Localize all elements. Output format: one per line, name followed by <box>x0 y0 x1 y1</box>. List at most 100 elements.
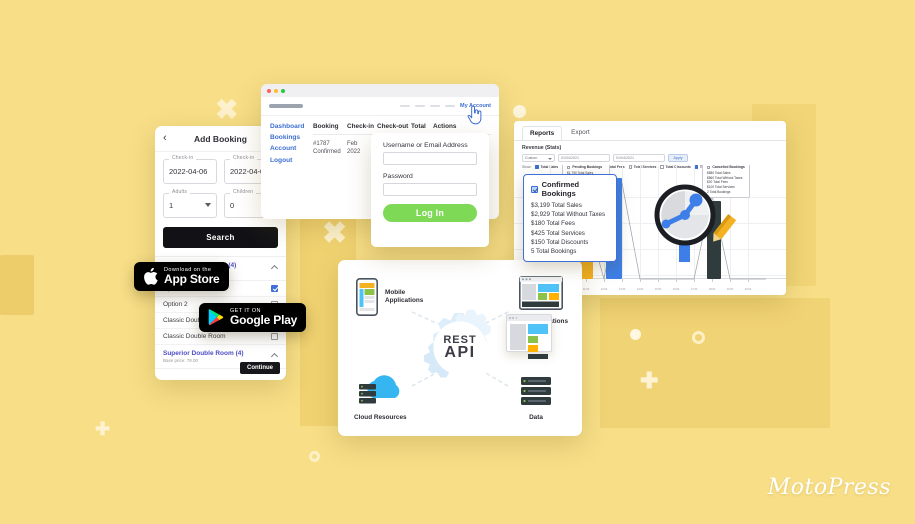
close-traffic-light-icon[interactable] <box>267 88 271 93</box>
nav-placeholder-item[interactable] <box>400 104 411 108</box>
adults-value: 1 <box>169 201 174 210</box>
adults-select[interactable]: Adults 1 <box>163 189 217 218</box>
app-store-title: App Store <box>164 272 220 287</box>
column-header-checkout: Check-out <box>377 123 409 130</box>
mobile-label-line1: Mobile <box>385 288 406 296</box>
checkin-label: Check-in <box>169 155 197 161</box>
mini-block <box>528 345 538 352</box>
deco-ring-1 <box>692 331 705 344</box>
x-tick-label: 15:00 <box>654 288 662 291</box>
deco-dot-2 <box>630 329 641 340</box>
sidebar-item-bookings[interactable]: Bookings <box>270 134 313 141</box>
site-logo <box>269 104 303 108</box>
mini-webapp-thumbnail <box>506 314 552 359</box>
sidebar-item-account[interactable]: Account <box>270 145 313 152</box>
page-title: Add Booking <box>194 133 247 144</box>
checkout-label: Check-in <box>230 155 258 161</box>
back-chevron-icon[interactable]: ‹ <box>163 132 167 144</box>
checkout-value: 2022-04-0 <box>230 167 265 176</box>
account-menu: Dashboard Bookings Account Logout <box>261 123 313 168</box>
tab-reports[interactable]: Reports <box>522 126 563 140</box>
login-button[interactable]: Log In <box>383 204 477 222</box>
date-from-input[interactable]: 01/04/2021 <box>558 154 610 162</box>
nav-placeholder-item[interactable] <box>430 104 441 108</box>
tooltip-checkbox-icon <box>531 185 538 193</box>
column-header-booking: Booking <box>313 123 339 130</box>
minimize-traffic-light-icon[interactable] <box>274 88 278 93</box>
cell-booking: #1787 Confirmed <box>313 140 347 156</box>
mini-sidebar <box>510 324 526 350</box>
mini-grid <box>528 324 548 359</box>
tooltip-title-row: Confirmed Bookings <box>531 180 609 198</box>
node-label-cloud: Cloud Resources <box>354 413 407 421</box>
tooltip-title: Confirmed Bookings <box>541 180 580 198</box>
sidebar-item-logout[interactable]: Logout <box>270 157 313 164</box>
option-checkbox[interactable] <box>271 333 278 340</box>
username-input[interactable] <box>383 152 477 165</box>
dot-icon <box>515 317 518 319</box>
app-store-text: Download on the App Store <box>164 267 220 286</box>
pencil-icon <box>713 214 737 242</box>
tooltip-title: Cancelled Bookings <box>712 165 745 169</box>
tooltip-title-row: Pending Bookings <box>567 165 605 170</box>
apple-icon <box>144 267 158 285</box>
username-label: Username or Email Address <box>383 142 468 149</box>
google-play-icon <box>208 309 224 326</box>
tooltip-line: $2,929 Total Without Taxes <box>531 211 606 219</box>
apply-button[interactable]: Apply <box>668 154 688 162</box>
node-label-mobile: Mobile Applications <box>385 289 423 306</box>
poster-stage: ✖ ✖ ✚ ✚ ‹ Add Booking Check-in 2022-04-0… <box>0 0 915 524</box>
reports-tabs: Reports Export <box>514 121 786 140</box>
browser-titlebar <box>261 84 499 97</box>
x-tick-label: 13:00 <box>618 288 626 291</box>
dot-icon <box>509 317 511 319</box>
axis-tick <box>748 279 749 282</box>
x-tick-label: 11:00 <box>582 288 590 291</box>
cloud-server-icon <box>359 374 400 404</box>
status-badge: Confirmed <box>313 149 341 156</box>
confirmed-bookings-tooltip: Confirmed Bookings $3,199 Total Sales $2… <box>523 174 617 263</box>
x-tick-label: 12:00 <box>600 288 608 291</box>
cursor-hand-icon <box>467 105 482 125</box>
x-tick-label: 20:00 <box>744 288 752 291</box>
mini-content <box>507 321 551 362</box>
dot-icon <box>512 317 515 319</box>
axis-tick <box>658 279 659 282</box>
deco-band-left <box>0 255 34 315</box>
tooltip-line: $150 Total Discounts <box>531 238 589 246</box>
deco-x-1: ✖ <box>215 94 239 125</box>
nav-placeholder-item[interactable] <box>415 104 426 108</box>
period-select[interactable]: Custom <box>522 154 555 162</box>
axis-tick <box>604 279 605 282</box>
login-form-body: Username or Email Address Password Log I… <box>371 133 489 231</box>
deco-ring-2 <box>309 451 320 462</box>
maximize-traffic-light-icon[interactable] <box>281 88 285 93</box>
nav-placeholder-item[interactable] <box>445 104 456 108</box>
x-tick-label: 16:00 <box>672 288 680 291</box>
tooltip-title: Pending Bookings <box>572 165 603 169</box>
tooltip-checkbox <box>567 165 571 170</box>
date-to-input[interactable]: 01/04/2021 <box>613 154 665 162</box>
continue-button[interactable]: Continue <box>240 362 280 374</box>
search-button[interactable]: Search <box>163 227 278 248</box>
checkin-month: Feb <box>347 141 358 147</box>
password-input[interactable] <box>383 183 477 196</box>
axis-tick <box>622 279 623 282</box>
sidebar-item-dashboard[interactable]: Dashboard <box>270 123 313 130</box>
tooltip-checkbox <box>707 165 711 170</box>
column-header-total: Total <box>411 123 426 130</box>
option-label: Classic Double Room <box>163 333 226 340</box>
checkin-field[interactable]: Check-in 2022-04-06 <box>163 155 217 184</box>
app-store-badge[interactable]: Download on the App Store <box>134 262 229 291</box>
booking-id: #1787 <box>313 141 330 147</box>
tab-export[interactable]: Export <box>564 126 596 140</box>
filter-row: Custom 01/04/2021 01/04/2021 Apply <box>522 154 778 162</box>
axis-tick <box>712 279 713 282</box>
mobile-label-line2: Applications <box>385 297 424 304</box>
option-label: Option 2 <box>163 301 188 308</box>
axis-tick <box>586 279 587 282</box>
axis-tick <box>730 279 731 282</box>
option-checkbox[interactable] <box>271 285 278 292</box>
axis-tick <box>694 279 695 282</box>
google-play-badge[interactable]: GET IT ON Google Play <box>199 303 307 332</box>
